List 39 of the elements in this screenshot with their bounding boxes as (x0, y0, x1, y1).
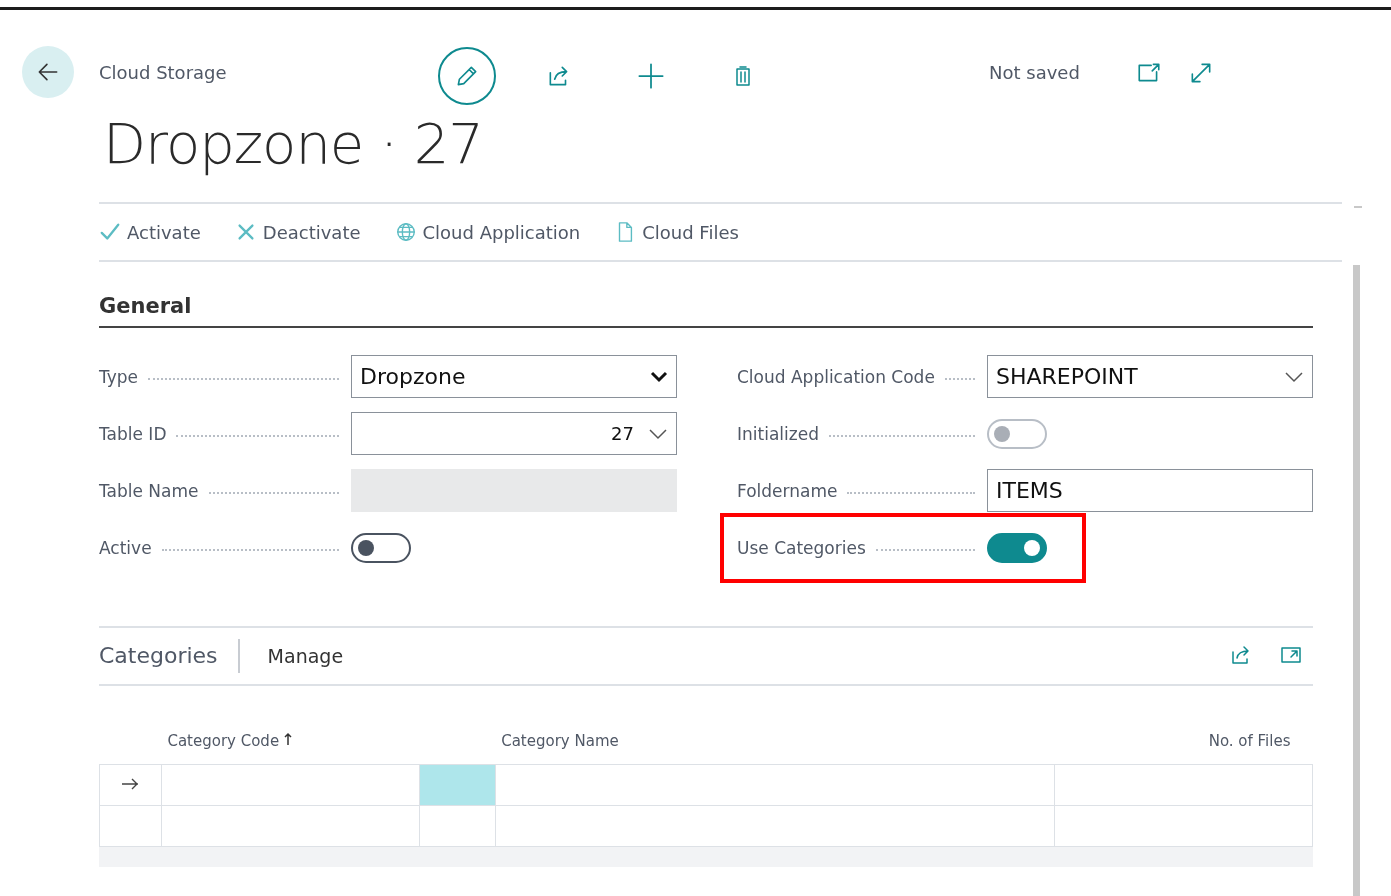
globe-icon (394, 221, 417, 243)
column-header[interactable]: Category Name (501, 732, 619, 750)
save-status: Not saved (989, 62, 1080, 83)
field-label: Active (99, 537, 152, 558)
type-dropdown[interactable]: Dropzone (351, 355, 677, 398)
action-button[interactable]: Deactivate (234, 221, 361, 243)
lookup-field[interactable]: SHAREPOINT (987, 355, 1313, 398)
page-title: Dropzone · 27 (103, 112, 484, 176)
field-label: Foldername (737, 480, 838, 501)
scrollbar[interactable] (1353, 265, 1360, 896)
table-cell[interactable] (419, 764, 496, 806)
manage-button[interactable]: Manage (267, 645, 344, 667)
field-label: Table ID (99, 423, 167, 444)
action-button[interactable]: Cloud Application (394, 221, 581, 243)
number-dropdown[interactable]: 27 (351, 412, 677, 455)
section-title: General (99, 294, 1313, 328)
section-title: Categories (99, 639, 240, 673)
toggle-switch[interactable] (351, 532, 411, 563)
back-button[interactable] (22, 46, 74, 98)
chevron-down-icon (648, 427, 668, 440)
breadcrumb: Cloud Storage (99, 62, 228, 83)
plus-icon (637, 62, 665, 90)
input-field[interactable]: ITEMS (987, 469, 1313, 512)
chevron-down-icon (650, 370, 668, 383)
toggle-switch[interactable] (987, 532, 1047, 563)
field-label: Initialized (737, 423, 819, 444)
current-row-arrow-icon (120, 776, 141, 791)
column-header[interactable]: Category Code (167, 732, 280, 750)
check-icon (99, 221, 121, 243)
edit-button[interactable] (438, 47, 496, 105)
action-button[interactable]: Cloud Files (614, 221, 739, 243)
field-label: Table Name (99, 480, 199, 501)
action-button[interactable]: Activate (99, 221, 201, 243)
field-label: Use Categories (737, 537, 866, 558)
field-label: Type (99, 366, 139, 387)
field-label: Cloud Application Code (737, 366, 935, 387)
table-cell[interactable] (419, 805, 496, 847)
column-header[interactable]: No. of Files (1208, 732, 1291, 750)
chevron-down-icon (1284, 370, 1304, 383)
